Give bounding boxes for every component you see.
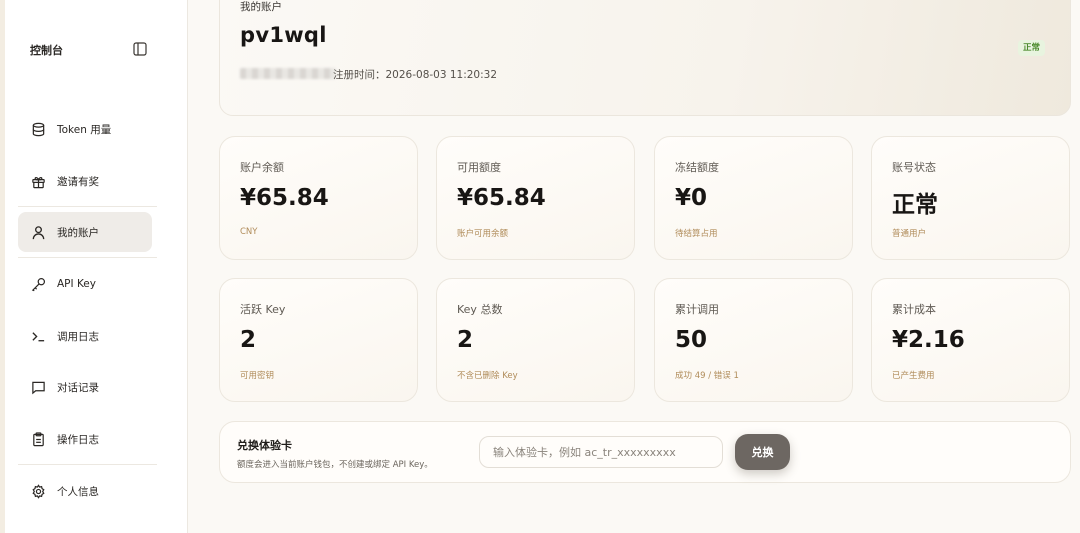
- message-icon: [30, 379, 46, 395]
- stat-card-account-status: 账号状态 正常 普通用户: [871, 136, 1070, 260]
- sidebar-item-label: 我的账户: [57, 226, 99, 239]
- sidebar-item-invite[interactable]: 邀请有奖: [18, 161, 152, 201]
- database-icon: [30, 121, 46, 137]
- stat-label: Key 总数: [457, 303, 503, 316]
- gear-icon: [30, 483, 46, 499]
- sidebar: 控制台 Token 用量 邀请有奖 我的账户 API Key 调用日志 对话记录…: [5, 0, 188, 533]
- stat-card-balance: 账户余额 ¥65.84 CNY: [219, 136, 418, 260]
- account-section-label: 我的账户: [240, 1, 282, 13]
- stat-subtext: 成功 49 / 错误 1: [675, 371, 739, 381]
- sidebar-item-operation-logs[interactable]: 操作日志: [18, 419, 152, 459]
- stat-label: 累计调用: [675, 303, 719, 316]
- sidebar-title: 控制台: [30, 44, 63, 57]
- sidebar-item-chat-history[interactable]: 对话记录: [18, 367, 152, 407]
- sidebar-divider: [18, 464, 157, 465]
- stat-card-frozen: 冻结额度 ¥0 待结算占用: [654, 136, 853, 260]
- terminal-icon: [30, 328, 46, 344]
- sidebar-item-label: 邀请有奖: [57, 175, 99, 188]
- stat-card-available: 可用额度 ¥65.84 账户可用余额: [436, 136, 635, 260]
- stat-value: ¥65.84: [240, 185, 329, 211]
- stat-label: 冻结额度: [675, 161, 719, 174]
- stat-label: 可用额度: [457, 161, 501, 174]
- stat-subtext: 待结算占用: [675, 229, 718, 239]
- registration-time: 注册时间：2026-08-03 11:20:32: [333, 69, 498, 81]
- sidebar-toggle-icon[interactable]: [133, 41, 147, 56]
- redeem-code-input[interactable]: [479, 436, 723, 468]
- stat-subtext: 不含已删除 Key: [457, 371, 518, 381]
- stat-label: 累计成本: [892, 303, 936, 316]
- gift-icon: [30, 173, 46, 189]
- sidebar-item-my-account[interactable]: 我的账户: [18, 212, 152, 252]
- stat-subtext: 已产生费用: [892, 371, 935, 381]
- stat-card-total-keys: Key 总数 2 不含已删除 Key: [436, 278, 635, 402]
- sidebar-item-label: Token 用量: [57, 123, 112, 136]
- key-icon: [30, 276, 46, 292]
- stat-subtext: 可用密钥: [240, 371, 275, 381]
- account-summary-card: 我的账户 pv1wql 注册时间：2026-08-03 11:20:32 正常: [219, 0, 1071, 116]
- sidebar-divider: [18, 206, 157, 207]
- stat-value: 2: [240, 327, 257, 353]
- account-username: pv1wql: [240, 23, 327, 47]
- sidebar-item-call-logs[interactable]: 调用日志: [18, 316, 152, 356]
- sidebar-item-token-usage[interactable]: Token 用量: [18, 109, 152, 149]
- sidebar-item-profile[interactable]: 个人信息: [18, 471, 152, 511]
- stat-subtext: 普通用户: [892, 229, 927, 239]
- stat-label: 活跃 Key: [240, 303, 286, 316]
- stat-value: ¥0: [675, 185, 708, 211]
- sidebar-item-label: 操作日志: [57, 433, 99, 446]
- stat-card-total-calls: 累计调用 50 成功 49 / 错误 1: [654, 278, 853, 402]
- redeem-title: 兑换体验卡: [237, 439, 292, 452]
- status-badge: 正常: [1018, 40, 1046, 56]
- stat-value: ¥2.16: [892, 327, 965, 353]
- stat-subtext: 账户可用余额: [457, 229, 509, 239]
- redeem-button[interactable]: 兑换: [735, 434, 790, 470]
- user-icon: [30, 224, 46, 240]
- stat-value: 50: [675, 327, 708, 353]
- stat-subtext: CNY: [240, 227, 258, 237]
- stat-card-active-keys: 活跃 Key 2 可用密钥: [219, 278, 418, 402]
- stat-label: 账号状态: [892, 161, 936, 174]
- sidebar-item-label: 对话记录: [57, 381, 99, 394]
- stat-value: ¥65.84: [457, 185, 546, 211]
- stat-label: 账户余额: [240, 161, 284, 174]
- stat-value: 正常: [892, 192, 938, 218]
- redeem-trial-card: 兑换体验卡 额度会进入当前账户钱包，不创建或绑定 API Key。 兑换: [219, 421, 1071, 483]
- sidebar-item-api-key[interactable]: API Key: [18, 264, 152, 304]
- sidebar-item-label: 个人信息: [57, 485, 99, 498]
- sidebar-item-label: 调用日志: [57, 330, 99, 343]
- redacted-email: [240, 68, 336, 79]
- stat-value: 2: [457, 327, 474, 353]
- redeem-description: 额度会进入当前账户钱包，不创建或绑定 API Key。: [237, 460, 433, 470]
- sidebar-item-label: API Key: [57, 278, 96, 290]
- sidebar-header: 控制台: [30, 40, 150, 60]
- sidebar-divider: [18, 257, 157, 258]
- clipboard-icon: [30, 431, 46, 447]
- stat-card-total-cost: 累计成本 ¥2.16 已产生费用: [871, 278, 1070, 402]
